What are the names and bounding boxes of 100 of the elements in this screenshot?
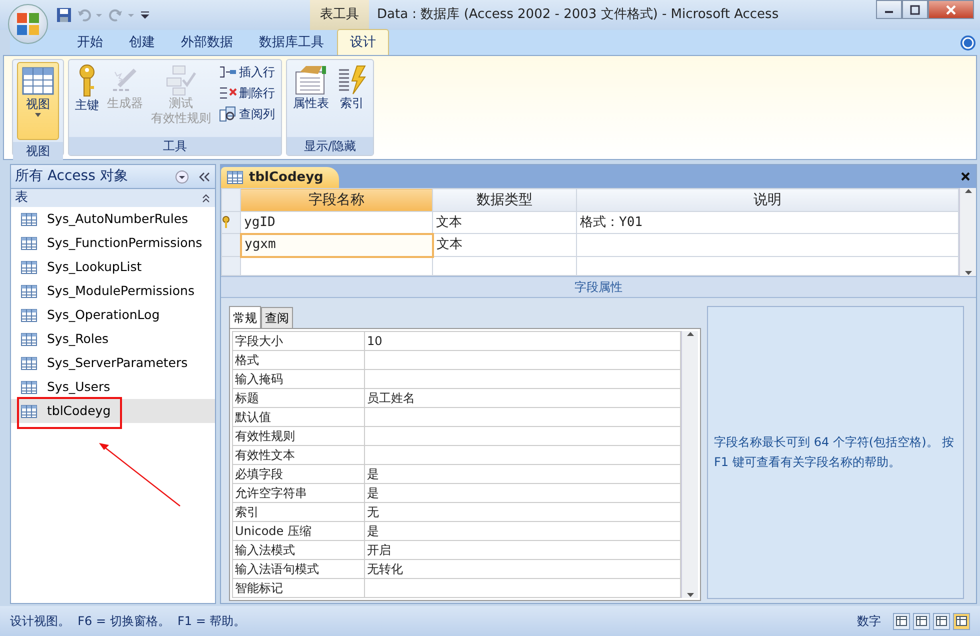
group-label: 视图 [13, 142, 63, 160]
ribbon-button[interactable]: 查阅列 [217, 104, 277, 124]
ribbon-tab[interactable]: 开始 [64, 28, 116, 55]
group-label: 工具 [69, 137, 281, 155]
property-value[interactable]: 是 [364, 522, 680, 540]
nav-item[interactable]: Sys_Users [11, 375, 215, 399]
close-icon [946, 4, 956, 14]
table-icon [21, 356, 37, 370]
nav-item[interactable]: Sys_ServerParameters [11, 351, 215, 375]
property-name: 有效性规则 [232, 426, 364, 446]
property-name: 默认值 [232, 408, 364, 426]
description-cell: 格式：Y01 [576, 212, 958, 234]
minimize-button[interactable] [876, 0, 902, 19]
ribbon-tab[interactable]: 创建 [116, 28, 168, 55]
column-header[interactable]: 字段名称 [240, 188, 432, 212]
nav-item[interactable]: Sys_LookupList [11, 255, 215, 279]
property-sheet-icon [294, 64, 328, 96]
property-value[interactable]: 是 [364, 464, 680, 484]
nav-pane-title: 所有 Access 对象 [15, 167, 128, 186]
nav-item[interactable]: Sys_Roles [11, 327, 215, 351]
property-name: 标题 [232, 388, 364, 408]
scroll-down-icon [686, 592, 694, 598]
property-name: 字段大小 [232, 332, 364, 350]
table-icon [21, 284, 37, 298]
nav-item[interactable]: Sys_OperationLog [11, 303, 215, 327]
data-type-cell[interactable]: 文本 [432, 234, 576, 256]
index-bolt-icon [337, 64, 367, 96]
view-switch-button[interactable] [893, 612, 910, 630]
view-switch-button[interactable] [913, 612, 930, 630]
table-icon [21, 236, 37, 250]
ribbon-button[interactable]: 删除行 [217, 83, 277, 103]
nav-item[interactable]: Sys_FunctionPermissions [11, 231, 215, 255]
nav-item[interactable]: tblCodeyg [11, 399, 215, 423]
table-icon [21, 212, 37, 226]
property-name: 智能标记 [232, 578, 364, 598]
nav-item[interactable]: Sys_AutoNumberRules [11, 207, 215, 231]
caret-icon [34, 112, 42, 118]
insert-row-icon [219, 65, 237, 79]
property-value[interactable]: 员工姓名 [364, 388, 680, 408]
nav-section-header[interactable]: 表 [11, 189, 215, 207]
ribbon-tab[interactable]: 设计 [337, 28, 389, 55]
property-name: 索引 [232, 502, 364, 522]
property-name: 输入法模式 [232, 540, 364, 560]
view-button[interactable]: 视图 [17, 62, 59, 140]
collapse-up-icon [201, 193, 211, 203]
property-value[interactable]: 10 [364, 332, 680, 350]
collapse-icon[interactable] [197, 170, 211, 182]
table-icon [21, 380, 37, 394]
property-name: 输入法语句模式 [232, 560, 364, 578]
close-button[interactable] [928, 0, 974, 19]
property-value[interactable]: 无 [364, 502, 680, 522]
status-mode: 数字 [857, 613, 881, 630]
datasheet-icon [22, 65, 54, 97]
status-text: 设计视图。 F6 = 切换窗格。 F1 = 帮助。 [10, 613, 246, 630]
ribbon-button[interactable]: 索引 [335, 62, 369, 113]
dropdown-icon[interactable] [175, 170, 189, 184]
scrollbar[interactable] [959, 188, 976, 276]
window-title: Data : 数据库 (Access 2002 - 2003 文件格式) - Microsoft Access [377, 6, 779, 24]
office-logo-icon [15, 11, 41, 37]
help-icon[interactable] [960, 34, 976, 50]
property-tab[interactable]: 常规 [229, 306, 261, 328]
restore-icon [910, 4, 920, 14]
property-name: 允许空字符串 [232, 484, 364, 502]
column-header[interactable]: 说明 [576, 188, 958, 212]
scroll-up-icon [686, 331, 694, 337]
ribbon-button[interactable]: 属性表 [291, 62, 331, 113]
property-value[interactable]: 是 [364, 484, 680, 502]
customize-caret-icon[interactable] [140, 10, 150, 20]
check-diagram-icon [165, 64, 197, 96]
section-title: 表 [15, 189, 28, 208]
section-title: 字段属性 [221, 276, 976, 298]
key-icon [222, 216, 230, 228]
nav-item[interactable]: Sys_ModulePermissions [11, 279, 215, 303]
maximize-button[interactable] [902, 0, 928, 19]
ribbon-button[interactable]: 插入行 [217, 62, 277, 82]
ribbon-tab[interactable]: 外部数据 [168, 28, 246, 55]
column-header[interactable]: 数据类型 [432, 188, 576, 212]
office-button[interactable] [8, 4, 48, 44]
view-switch-button[interactable] [933, 612, 950, 630]
property-name: 必填字段 [232, 464, 364, 484]
close-icon [961, 172, 970, 181]
field-name-cell[interactable]: ygxm [240, 234, 432, 256]
property-value[interactable]: 无转化 [364, 560, 680, 578]
property-name: 输入掩码 [232, 370, 364, 388]
property-value[interactable]: 开启 [364, 540, 680, 560]
ribbon-tab[interactable]: 数据库工具 [246, 28, 337, 55]
view-switch-button[interactable] [953, 612, 970, 630]
table-icon [21, 260, 37, 274]
property-tab[interactable]: 查阅 [261, 307, 293, 328]
property-name: 格式 [232, 350, 364, 370]
row-selector[interactable] [222, 212, 240, 234]
data-type-cell[interactable]: 文本 [432, 212, 576, 234]
document-tab[interactable]: tblCodeyg [221, 167, 340, 188]
scrollbar[interactable] [681, 331, 698, 598]
ribbon-button[interactable]: 主键 [73, 62, 101, 115]
help-text: 字段名称最长可到 64 个字符(包括空格)。 按 F1 键可查看有关字段名称的帮助。 [714, 434, 956, 470]
context-tab-label: 表工具 [310, 0, 369, 31]
property-name: 有效性文本 [232, 446, 364, 464]
lookup-column-icon [219, 106, 237, 122]
save-icon[interactable] [56, 7, 72, 23]
